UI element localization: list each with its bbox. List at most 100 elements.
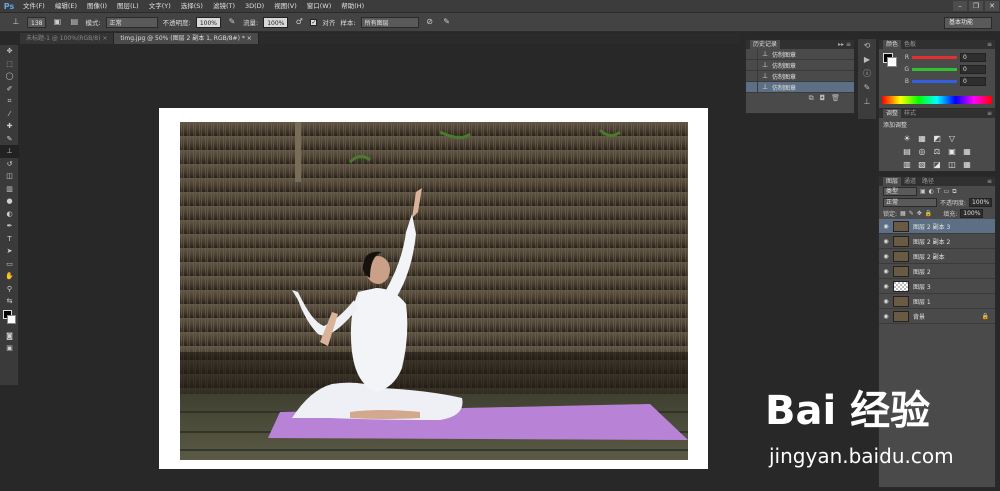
lasso-tool-icon[interactable]: ◯: [0, 70, 19, 83]
blur-tool-icon[interactable]: ●: [0, 195, 19, 208]
brush-panel-icon[interactable]: ▣: [51, 16, 63, 28]
pressure-opacity-icon[interactable]: ✎: [226, 16, 238, 28]
minimize-button[interactable]: –: [953, 1, 967, 11]
tab-layers[interactable]: 图层: [883, 177, 902, 186]
opacity-input[interactable]: 100%: [195, 16, 222, 28]
dodge-tool-icon[interactable]: ◐: [0, 208, 19, 221]
exposure-icon[interactable]: ▽: [946, 134, 958, 144]
visibility-eye-icon[interactable]: ◉: [879, 298, 893, 305]
layer-row[interactable]: ◉ 图层 2 副本: [879, 249, 995, 264]
marquee-tool-icon[interactable]: ⬚: [0, 58, 19, 71]
zoom-tool-icon[interactable]: ⚲: [0, 283, 19, 296]
visibility-eye-icon[interactable]: ◉: [879, 223, 893, 230]
history-panel-icon[interactable]: ⟲: [858, 39, 876, 53]
menu-window[interactable]: 窗口(W): [302, 0, 337, 13]
filter-smart-icon[interactable]: ⧉: [952, 188, 956, 196]
lock-image-icon[interactable]: ✎: [909, 210, 914, 217]
tab-channels[interactable]: 通道: [901, 177, 919, 186]
default-colors-icon[interactable]: ⇆: [0, 295, 19, 308]
layer-opacity-input[interactable]: 100%: [969, 198, 993, 207]
healing-brush-tool-icon[interactable]: ✚: [0, 120, 19, 133]
blend-mode-select[interactable]: 正常: [883, 198, 937, 207]
path-select-tool-icon[interactable]: ➤: [0, 245, 19, 258]
menu-select[interactable]: 选择(S): [176, 0, 208, 13]
layer-row[interactable]: ◉ 图层 1: [879, 294, 995, 309]
invert-icon[interactable]: ▥: [901, 160, 913, 170]
tab-timg[interactable]: timg.jpg @ 50% (图层 2 副本 1, RGB/8#) * ×: [114, 33, 259, 44]
quick-mask-icon[interactable]: ◙: [0, 330, 19, 343]
hue-saturation-icon[interactable]: ◎: [916, 147, 928, 157]
history-brush-tool-icon[interactable]: ↺: [0, 158, 19, 171]
mode-select[interactable]: 正常: [105, 16, 158, 28]
menu-image[interactable]: 图像(I): [82, 0, 112, 13]
color-swatches[interactable]: [0, 308, 19, 330]
color-balance-icon[interactable]: ⚖: [931, 147, 943, 157]
airbrush-icon[interactable]: ♂: [293, 16, 305, 28]
layer-row[interactable]: ◉ 背景 🔒: [879, 309, 995, 324]
channel-value[interactable]: 0: [960, 52, 986, 62]
new-document-from-state-icon[interactable]: ⧉: [809, 93, 814, 103]
yoga-photo[interactable]: [180, 122, 688, 460]
layer-row[interactable]: ◉ 图层 3: [879, 279, 995, 294]
menu-3d[interactable]: 3D(D): [240, 0, 269, 13]
trash-icon[interactable]: 🗑: [831, 93, 840, 103]
layer-kind-select[interactable]: 类型: [883, 187, 917, 196]
background-color-swatch[interactable]: [7, 314, 16, 324]
eyedropper-tool-icon[interactable]: ⁄: [0, 108, 19, 121]
background-color-chip[interactable]: [887, 57, 897, 67]
filter-adjustment-icon[interactable]: ◐: [929, 188, 934, 195]
tab-untitled-1[interactable]: 未标题-1 @ 100%(RGB/8) ×: [20, 33, 115, 44]
info-panel-icon[interactable]: ⓘ: [858, 67, 876, 81]
threshold-icon[interactable]: ◪: [931, 160, 943, 170]
visibility-eye-icon[interactable]: ◉: [879, 268, 893, 275]
menu-layer[interactable]: 图层(L): [112, 0, 144, 13]
vibrance-icon[interactable]: ▤: [901, 147, 913, 157]
shape-tool-icon[interactable]: ▭: [0, 258, 19, 271]
channel-slider[interactable]: [912, 79, 957, 83]
posterize-icon[interactable]: ▧: [916, 160, 928, 170]
selective-color-icon[interactable]: ▦: [961, 160, 973, 170]
channel-value[interactable]: 0: [960, 64, 986, 74]
channel-slider[interactable]: [912, 55, 957, 59]
visibility-eye-icon[interactable]: ◉: [879, 313, 893, 320]
history-item[interactable]: ⊥ 仿制图章: [746, 81, 854, 93]
filter-shape-icon[interactable]: ▭: [944, 188, 950, 195]
menu-filter[interactable]: 滤镜(T): [208, 0, 240, 13]
panel-menu-icon[interactable]: ≡: [987, 110, 995, 117]
tab-swatches[interactable]: 色板: [901, 40, 919, 49]
panel-menu-icon[interactable]: ≡: [987, 178, 995, 185]
photo-filter-icon[interactable]: ▦: [961, 147, 973, 157]
type-tool-icon[interactable]: T: [0, 233, 19, 246]
brush-size-picker[interactable]: 138: [27, 16, 47, 28]
fill-input[interactable]: 100%: [960, 209, 984, 218]
visibility-eye-icon[interactable]: ◉: [879, 238, 893, 245]
filter-pixel-icon[interactable]: ▣: [920, 188, 926, 195]
menu-help[interactable]: 帮助(H): [336, 0, 369, 13]
layer-row[interactable]: ◉ 图层 2: [879, 264, 995, 279]
lock-all-icon[interactable]: 🔒: [925, 210, 932, 217]
move-tool-icon[interactable]: ✥: [0, 45, 19, 58]
actions-panel-icon[interactable]: ▶: [858, 53, 876, 67]
restore-button[interactable]: ❐: [969, 1, 983, 11]
tab-color[interactable]: 颜色: [883, 40, 902, 49]
panel-menu-icon[interactable]: ≡: [987, 41, 995, 48]
visibility-eye-icon[interactable]: ◉: [879, 283, 893, 290]
pen-tool-icon[interactable]: ✒: [0, 220, 19, 233]
layer-row[interactable]: ◉ 图层 2 副本 2: [879, 234, 995, 249]
eraser-tool-icon[interactable]: ◫: [0, 170, 19, 183]
clone-source-panel-icon[interactable]: ⊥: [858, 95, 876, 109]
flow-input[interactable]: 100%: [263, 16, 289, 28]
menu-edit[interactable]: 编辑(E): [50, 0, 82, 13]
clone-stamp-tool-icon[interactable]: ⊥: [0, 145, 19, 158]
quick-select-tool-icon[interactable]: ✐: [0, 83, 19, 96]
menu-view[interactable]: 视图(V): [269, 0, 302, 13]
snapshot-camera-icon[interactable]: ◘: [820, 93, 826, 103]
aligned-checkbox[interactable]: ✓: [310, 18, 318, 26]
tab-adjustments[interactable]: 调整: [883, 109, 902, 118]
history-item[interactable]: ⊥ 仿制图章: [746, 70, 854, 82]
history-item[interactable]: ⊥ 仿制图章: [746, 59, 854, 71]
brightness-contrast-icon[interactable]: ☀: [901, 134, 913, 144]
hand-tool-icon[interactable]: ✋: [0, 270, 19, 283]
lock-transparent-icon[interactable]: ▦: [900, 210, 906, 217]
history-item[interactable]: ⊥ 仿制图章: [746, 48, 854, 60]
